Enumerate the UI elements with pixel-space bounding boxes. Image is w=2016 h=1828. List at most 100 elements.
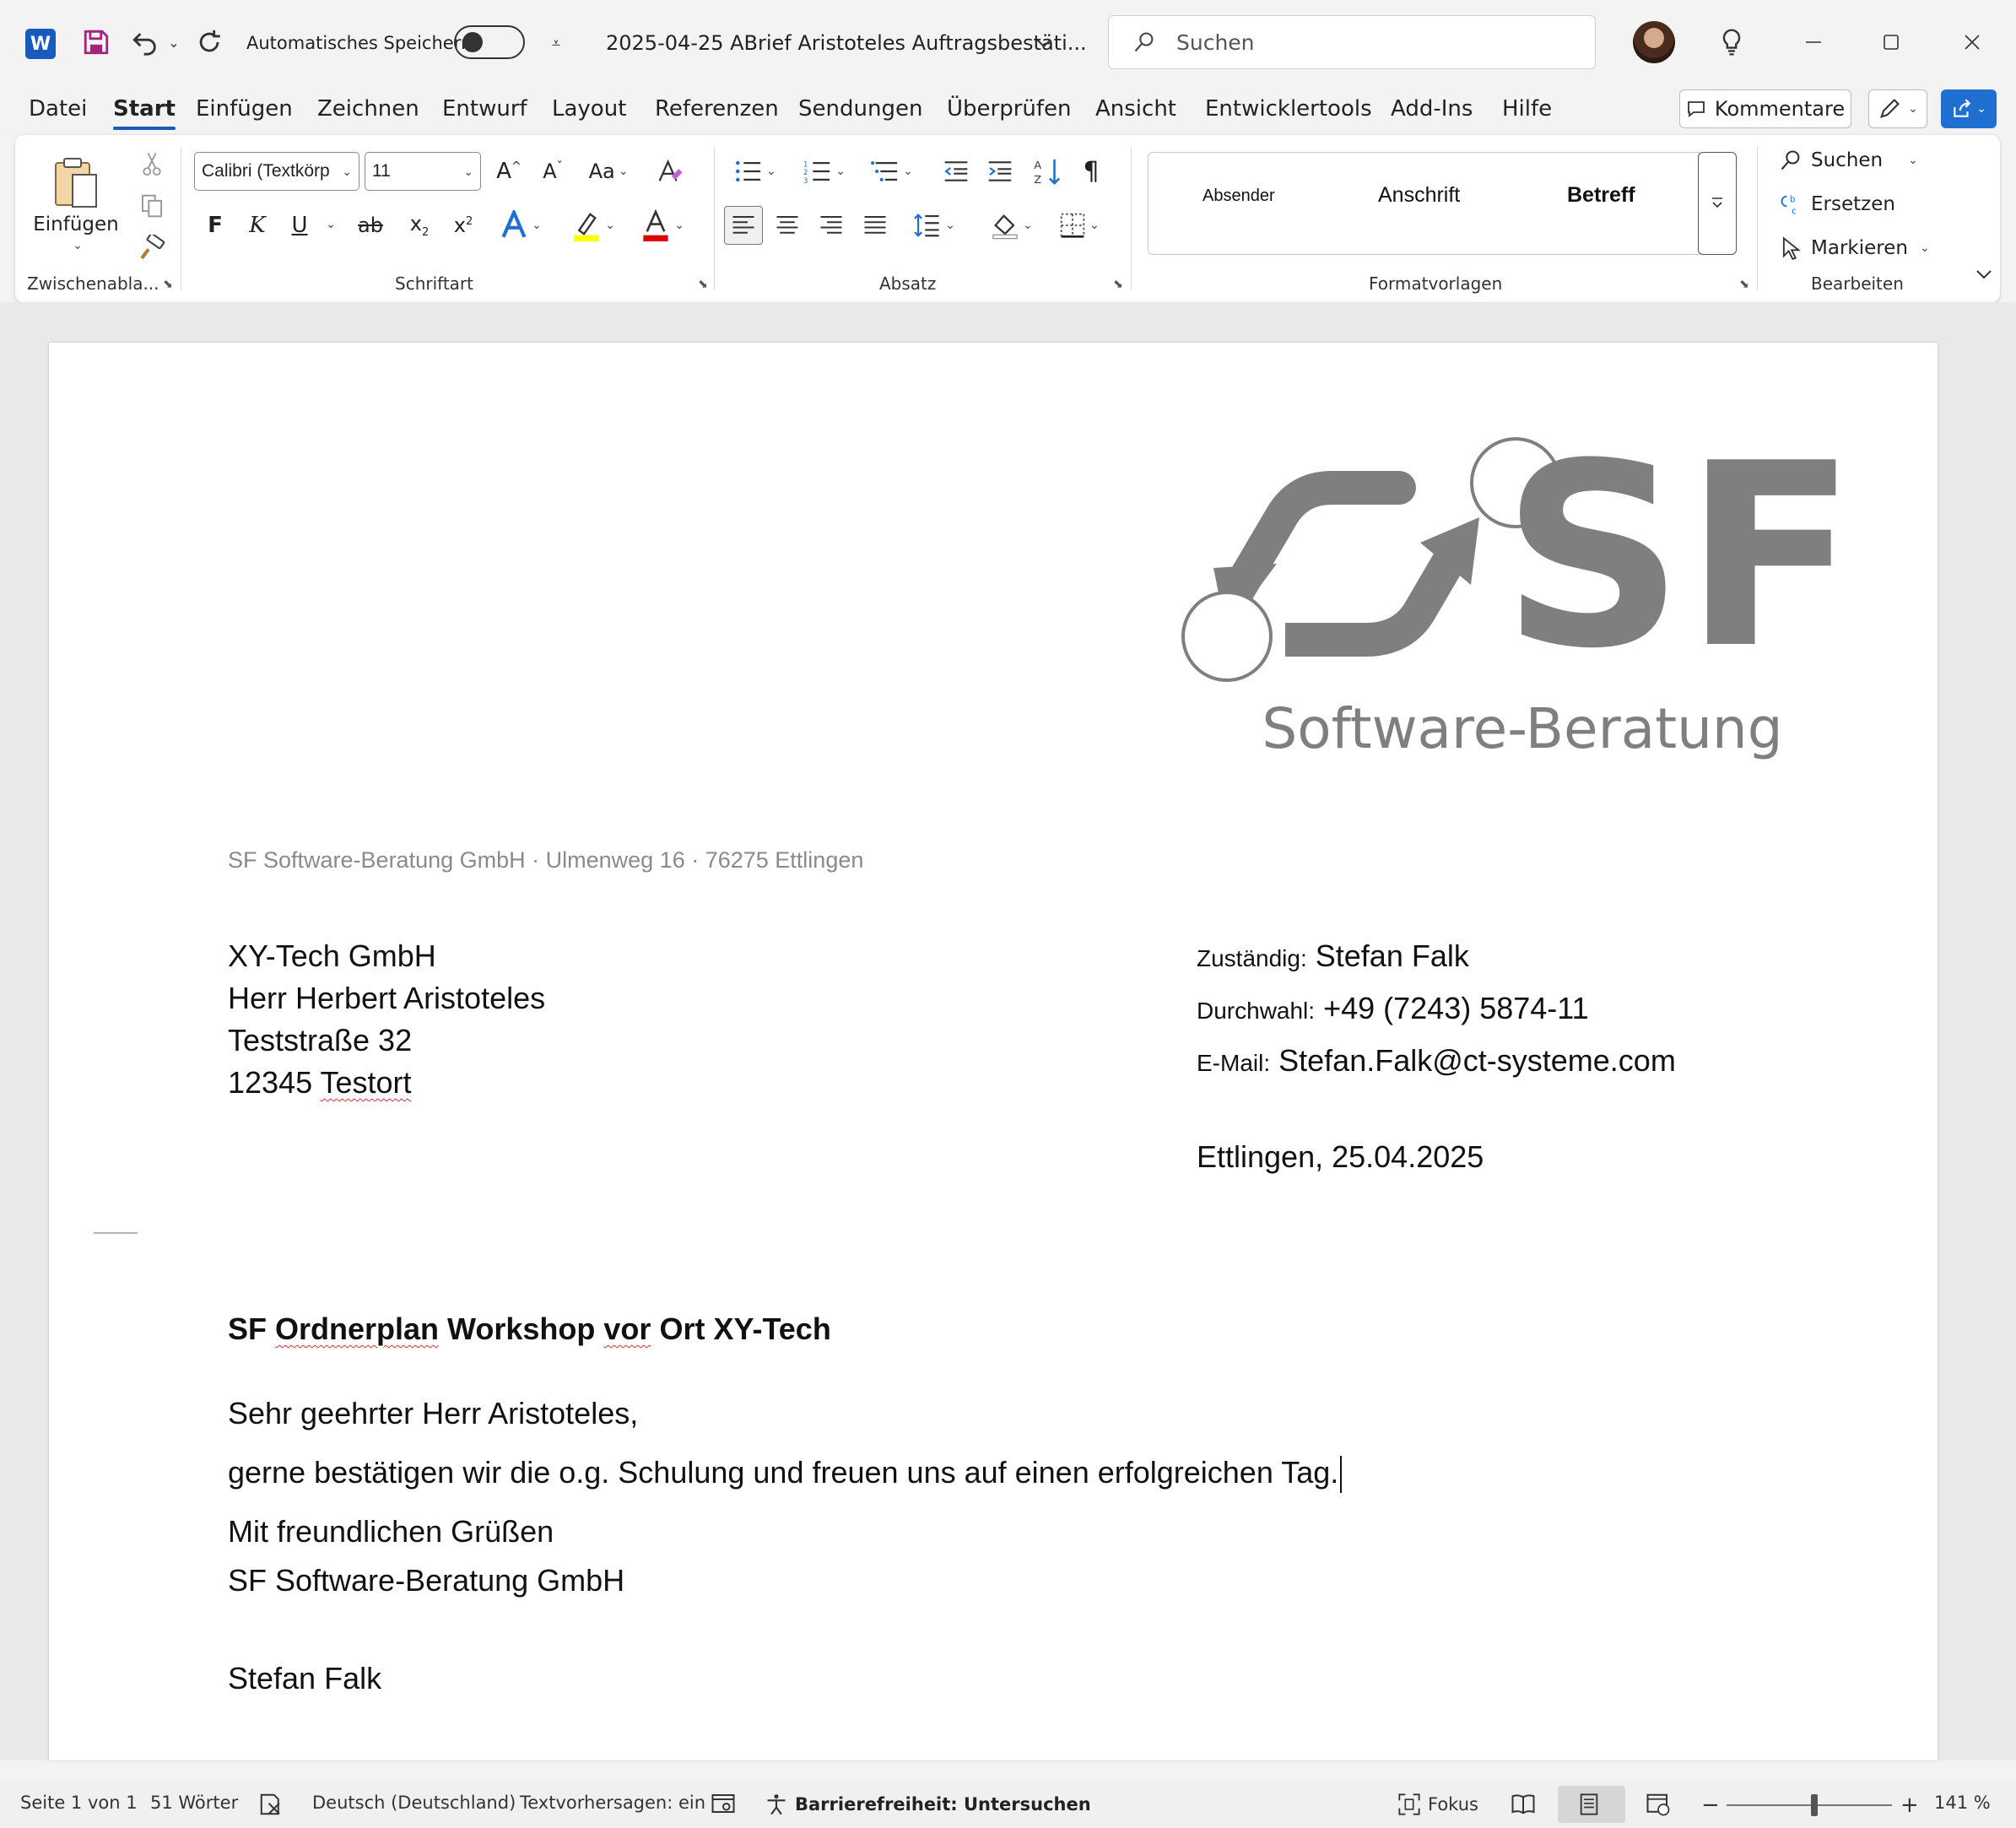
- zoom-slider-thumb[interactable]: [1811, 1794, 1818, 1816]
- tab-datei[interactable]: Datei: [29, 96, 87, 122]
- zoom-in-button[interactable]: +: [1900, 1793, 1919, 1818]
- show-formatting-marks-button[interactable]: ¶: [1072, 152, 1111, 191]
- tab-zeichnen[interactable]: Zeichnen: [317, 96, 419, 122]
- zoom-slider-track[interactable]: [1727, 1804, 1892, 1806]
- font-name-combo[interactable]: Calibri (Textkörp ⌄: [194, 152, 359, 191]
- redo-button[interactable]: [191, 24, 228, 61]
- search-icon: [1134, 32, 1154, 52]
- document-title-dropdown[interactable]: [1031, 29, 1057, 57]
- cut-button[interactable]: [133, 145, 170, 182]
- clipboard-dialog-launcher[interactable]: ⬊: [160, 277, 176, 292]
- word-app-icon[interactable]: W: [25, 29, 56, 59]
- change-case-button[interactable]: Aa ⌄: [581, 152, 636, 191]
- align-right-button[interactable]: [812, 206, 851, 245]
- status-bar: Seite 1 von 1 51 Wörter Deutsch (Deutsch…: [0, 1779, 2016, 1828]
- font-size-combo[interactable]: 11 ⌄: [365, 152, 481, 191]
- tab-entwurf[interactable]: Entwurf: [442, 96, 527, 122]
- styles-more-button[interactable]: [1698, 152, 1737, 255]
- save-button[interactable]: [78, 24, 115, 61]
- numbered-list-icon: 123: [803, 160, 830, 184]
- minimize-button[interactable]: [1792, 24, 1835, 61]
- shading-button[interactable]: ⌄: [982, 206, 1041, 245]
- word-count[interactable]: 51 Wörter: [150, 1793, 238, 1813]
- web-layout-button[interactable]: [1646, 1793, 1671, 1816]
- autosave-toggle[interactable]: [454, 25, 525, 59]
- zoom-level[interactable]: 141 %: [1934, 1793, 1991, 1813]
- tab-layout[interactable]: Layout: [552, 96, 626, 122]
- styles-dialog-launcher[interactable]: ⬊: [1737, 277, 1752, 292]
- tab-ueberpruefen[interactable]: Überprüfen: [947, 96, 1072, 122]
- proofing-icon: [260, 1793, 280, 1815]
- tab-sendungen[interactable]: Sendungen: [798, 96, 922, 122]
- tab-add-ins[interactable]: Add-Ins: [1391, 96, 1473, 122]
- document-canvas[interactable]: SF Software-Beratung SF Software-Beratun…: [0, 302, 2016, 1760]
- highlight-color-button[interactable]: ⌄: [564, 206, 623, 245]
- superscript-button[interactable]: x2: [444, 206, 483, 245]
- style-betreff[interactable]: Betreff: [1567, 183, 1635, 208]
- italic-button[interactable]: K: [238, 206, 277, 245]
- decrease-indent-button[interactable]: [937, 152, 976, 191]
- undo-dropdown[interactable]: ⌄: [165, 32, 182, 52]
- tab-einfuegen[interactable]: Einfügen: [196, 96, 293, 122]
- ideas-button[interactable]: [1713, 24, 1750, 61]
- font-color-button[interactable]: ⌄: [633, 206, 692, 245]
- proofing-status-button[interactable]: [258, 1793, 284, 1816]
- maximize-button[interactable]: [1870, 24, 1912, 61]
- comments-button[interactable]: Kommentare: [1679, 89, 1851, 128]
- subscript-button[interactable]: x2: [400, 206, 439, 245]
- salutation: Sehr geehrter Herr Aristoteles,: [228, 1396, 639, 1430]
- editing-mode-button[interactable]: ⌄: [1868, 89, 1927, 128]
- find-button[interactable]: Suchen ⌄: [1779, 143, 1918, 177]
- tab-referenzen[interactable]: Referenzen: [655, 96, 779, 122]
- strikethrough-button[interactable]: ab: [351, 206, 390, 245]
- share-button[interactable]: ⌄: [1941, 89, 1997, 128]
- replace-button[interactable]: bc Ersetzen: [1779, 187, 1895, 221]
- borders-button[interactable]: ⌄: [1050, 206, 1109, 245]
- macro-recording-button[interactable]: [711, 1793, 736, 1814]
- copy-button[interactable]: [133, 187, 170, 224]
- increase-indent-button[interactable]: [981, 152, 1019, 191]
- user-avatar[interactable]: [1633, 21, 1675, 63]
- underline-button[interactable]: U: [280, 206, 319, 245]
- align-left-button[interactable]: [724, 206, 763, 245]
- paste-button[interactable]: Einfügen ⌄: [33, 145, 119, 263]
- style-anschrift[interactable]: Anschrift: [1378, 183, 1460, 208]
- bullets-button[interactable]: ⌄: [726, 152, 785, 191]
- text-predictions[interactable]: Textvorhersagen: ein: [520, 1793, 705, 1813]
- shrink-font-button[interactable]: Aˇ: [533, 152, 572, 191]
- paragraph-dialog-launcher[interactable]: ⬊: [1111, 277, 1126, 292]
- search-box[interactable]: Suchen: [1108, 15, 1596, 69]
- close-button[interactable]: [1951, 24, 1993, 61]
- align-center-button[interactable]: [768, 206, 807, 245]
- underline-dropdown[interactable]: ⌄: [324, 218, 338, 231]
- line-spacing-button[interactable]: ⌄: [905, 206, 964, 245]
- text-effects-button[interactable]: ⌄: [493, 206, 549, 245]
- page-count[interactable]: Seite 1 von 1: [20, 1793, 138, 1813]
- language-indicator[interactable]: Deutsch (Deutschland): [312, 1793, 516, 1813]
- tab-ansicht[interactable]: Ansicht: [1095, 96, 1176, 122]
- focus-mode-button[interactable]: Fokus: [1397, 1793, 1478, 1816]
- sort-button[interactable]: AZ: [1028, 152, 1067, 191]
- multilevel-list-button[interactable]: ⌄: [862, 152, 922, 191]
- clear-formatting-button[interactable]: [650, 152, 689, 191]
- style-absender[interactable]: Absender: [1203, 187, 1275, 206]
- select-button[interactable]: Markieren ⌄: [1779, 231, 1930, 265]
- bold-button[interactable]: F: [196, 206, 235, 245]
- document-title[interactable]: 2025-04-25 ABrief Aristoteles Auftragsbe…: [606, 27, 1087, 59]
- numbering-button[interactable]: 123 ⌄: [795, 152, 854, 191]
- document-page[interactable]: SF Software-Beratung SF Software-Beratun…: [49, 343, 1938, 1760]
- accessibility-checker[interactable]: Barrierefreiheit: Untersuchen: [765, 1793, 1091, 1816]
- font-dialog-launcher[interactable]: ⬊: [695, 277, 711, 292]
- zoom-out-button[interactable]: −: [1701, 1793, 1720, 1818]
- read-mode-button[interactable]: [1511, 1793, 1536, 1814]
- grow-font-button[interactable]: A^: [489, 152, 528, 191]
- customize-quick-access-button[interactable]: ⩡: [543, 30, 569, 56]
- print-layout-button[interactable]: [1578, 1793, 1600, 1816]
- format-painter-button[interactable]: [133, 230, 170, 267]
- ribbon-display-options-button[interactable]: [1971, 262, 1997, 287]
- tab-start[interactable]: Start: [113, 96, 176, 130]
- justify-button[interactable]: [856, 206, 894, 245]
- undo-button[interactable]: [127, 24, 164, 61]
- tab-hilfe[interactable]: Hilfe: [1502, 96, 1552, 122]
- tab-entwicklertools[interactable]: Entwicklertools: [1205, 96, 1372, 122]
